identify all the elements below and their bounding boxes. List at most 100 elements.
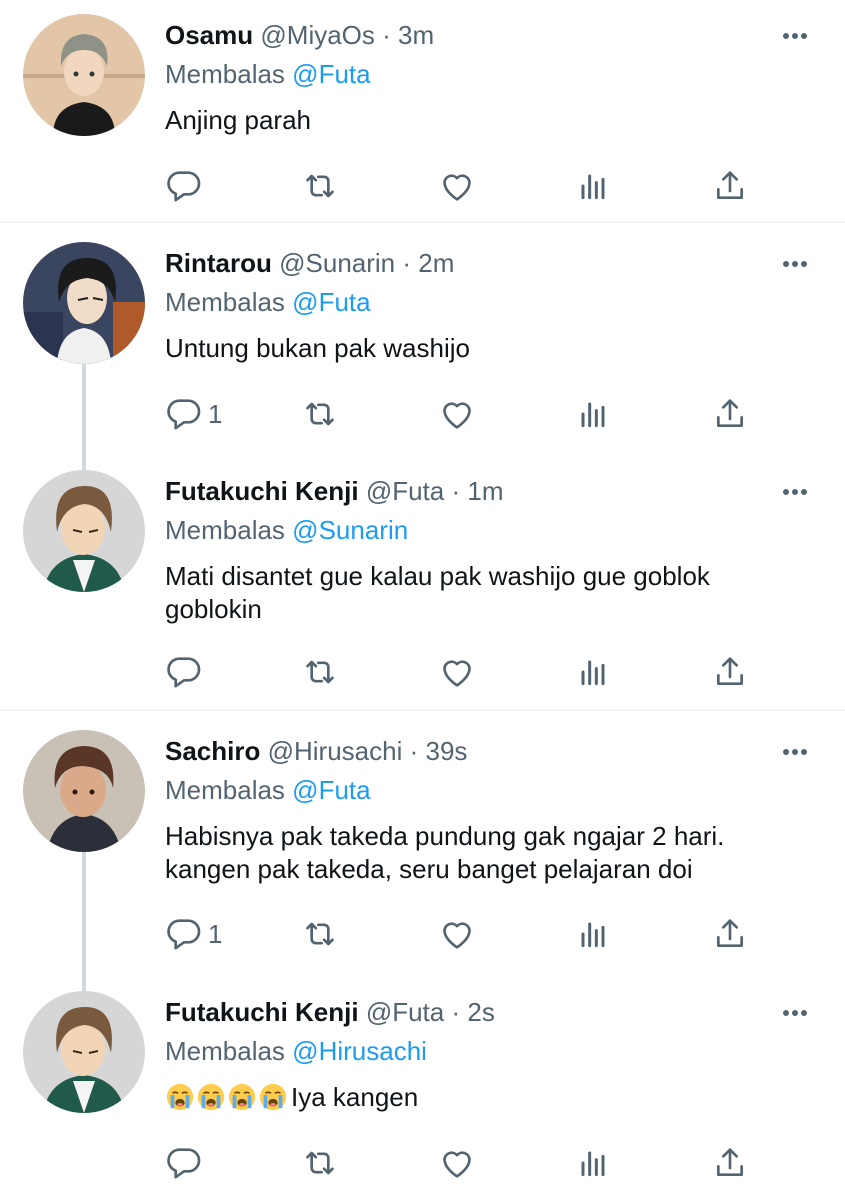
divider [0, 221, 845, 223]
retweet-button[interactable] [300, 1141, 340, 1185]
tweet-actions [160, 164, 780, 208]
tweet[interactable]: Rintarou @Sunarin · 2m Membalas @Futa Un… [0, 228, 845, 468]
reply-button[interactable] [164, 1141, 208, 1185]
user-handle[interactable]: @Futa [366, 476, 444, 506]
tweet-header: Futakuchi Kenji @Futa · 2s [165, 995, 495, 1029]
reply-button[interactable]: 1 [164, 392, 222, 436]
mention-link[interactable]: @Futa [292, 775, 370, 805]
share-button[interactable] [710, 164, 750, 208]
mention-link[interactable]: @Sunarin [292, 515, 408, 545]
more-options-icon[interactable] [780, 26, 810, 46]
like-button[interactable] [437, 164, 477, 208]
views-button[interactable] [573, 1141, 613, 1185]
display-name[interactable]: Rintarou [165, 248, 272, 278]
tweet[interactable]: Futakuchi Kenji @Futa · 2s Membalas @Hir… [0, 977, 845, 1200]
share-icon [710, 394, 750, 434]
avatar[interactable] [23, 14, 145, 136]
views-button[interactable] [573, 164, 613, 208]
tweet-header: Sachiro @Hirusachi · 39s [165, 734, 467, 768]
replying-prefix: Membalas [165, 1036, 285, 1066]
share-icon [710, 914, 750, 954]
share-button[interactable] [710, 392, 750, 436]
user-handle[interactable]: @Hirusachi [268, 736, 403, 766]
retweet-button[interactable] [300, 392, 340, 436]
retweet-icon [300, 394, 340, 434]
views-icon [573, 166, 613, 206]
replying-to: Membalas @Hirusachi [165, 1034, 427, 1068]
user-handle[interactable]: @MiyaOs [260, 20, 375, 50]
retweet-icon [300, 652, 340, 692]
share-button[interactable] [710, 912, 750, 956]
views-icon [573, 1143, 613, 1183]
reply-icon [164, 166, 204, 206]
user-handle[interactable]: @Sunarin [279, 248, 395, 278]
avatar[interactable] [23, 242, 145, 364]
tweet-text: Iya kangen [165, 1081, 805, 1114]
tweet-text-line: kangen pak takeda, seru banget pelajaran… [165, 854, 693, 884]
retweet-button[interactable] [300, 164, 340, 208]
retweet-button[interactable] [300, 912, 340, 956]
replying-prefix: Membalas [165, 775, 285, 805]
separator-dot: · [402, 248, 412, 278]
more-options-icon[interactable] [780, 254, 810, 274]
share-icon [710, 1143, 750, 1183]
replying-prefix: Membalas [165, 515, 285, 545]
mention-link[interactable]: @Hirusachi [292, 1036, 427, 1066]
more-options-icon[interactable] [780, 1003, 810, 1023]
divider [0, 709, 845, 711]
reply-thread: Osamu @MiyaOs · 3m Membalas @Futa Anjing… [0, 0, 845, 1200]
emoji-group [165, 1082, 289, 1112]
views-button[interactable] [573, 392, 613, 436]
replying-to: Membalas @Futa [165, 285, 371, 319]
avatar[interactable] [23, 730, 145, 852]
timestamp[interactable]: 39s [426, 736, 468, 766]
tweet[interactable]: Futakuchi Kenji @Futa · 1m Membalas @Sun… [0, 456, 845, 708]
reply-button[interactable]: 1 [164, 912, 222, 956]
avatar[interactable] [23, 470, 145, 592]
share-button[interactable] [710, 650, 750, 694]
tweet[interactable]: Osamu @MiyaOs · 3m Membalas @Futa Anjing… [0, 0, 845, 220]
user-handle[interactable]: @Futa [366, 997, 444, 1027]
like-icon [437, 166, 477, 206]
timestamp[interactable]: 2s [467, 997, 494, 1027]
timestamp[interactable]: 2m [418, 248, 454, 278]
like-icon [437, 1143, 477, 1183]
loudly-crying-face-emoji [227, 1082, 257, 1112]
reply-button[interactable] [164, 164, 208, 208]
tweet-text: Mati disantet gue kalau pak washijo gue … [165, 560, 805, 626]
avatar-sachiro [23, 730, 145, 852]
mention-link[interactable]: @Futa [292, 287, 370, 317]
like-button[interactable] [437, 650, 477, 694]
like-icon [437, 394, 477, 434]
retweet-button[interactable] [300, 650, 340, 694]
avatar-futakuchi [23, 991, 145, 1113]
like-button[interactable] [437, 392, 477, 436]
views-button[interactable] [573, 650, 613, 694]
more-options-icon[interactable] [780, 742, 810, 762]
replying-to: Membalas @Futa [165, 773, 371, 807]
reply-icon [164, 914, 204, 954]
display-name[interactable]: Osamu [165, 20, 253, 50]
like-button[interactable] [437, 1141, 477, 1185]
replying-prefix: Membalas [165, 287, 285, 317]
reply-button[interactable] [164, 650, 208, 694]
tweet[interactable]: Sachiro @Hirusachi · 39s Membalas @Futa … [0, 716, 845, 980]
display-name[interactable]: Futakuchi Kenji [165, 476, 359, 506]
avatar[interactable] [23, 991, 145, 1113]
retweet-icon [300, 166, 340, 206]
reply-count: 1 [208, 398, 223, 429]
timestamp[interactable]: 1m [467, 476, 503, 506]
display-name[interactable]: Futakuchi Kenji [165, 997, 359, 1027]
display-name[interactable]: Sachiro [165, 736, 260, 766]
more-options-icon[interactable] [780, 482, 810, 502]
timestamp[interactable]: 3m [398, 20, 434, 50]
mention-link[interactable]: @Futa [292, 59, 370, 89]
share-button[interactable] [710, 1141, 750, 1185]
views-button[interactable] [573, 912, 613, 956]
tweet-header: Rintarou @Sunarin · 2m [165, 246, 454, 280]
reply-icon [164, 652, 204, 692]
retweet-icon [300, 1143, 340, 1183]
share-icon [710, 166, 750, 206]
tweet-text: Anjing parah [165, 105, 311, 135]
like-button[interactable] [437, 912, 477, 956]
